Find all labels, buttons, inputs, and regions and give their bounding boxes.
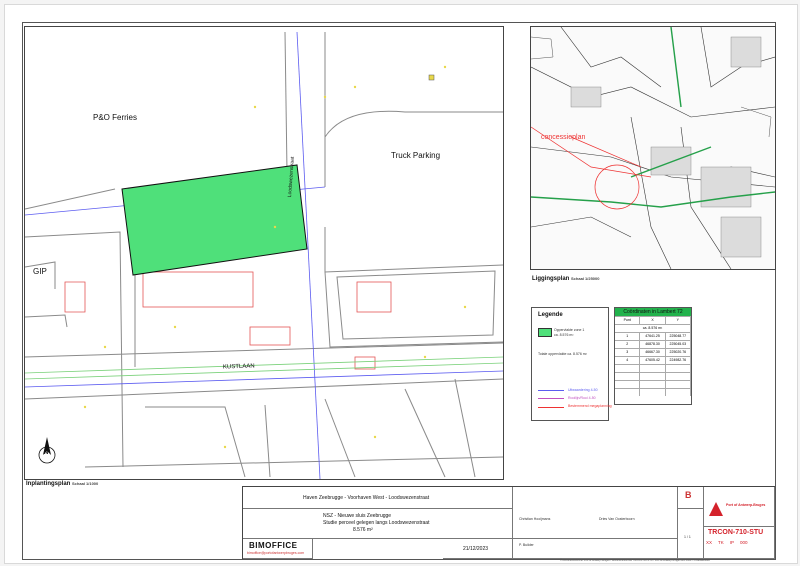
location-plan-title-text: Liggingsplan	[532, 276, 570, 282]
coord-cell: 1	[615, 333, 641, 340]
legend-line-red	[538, 407, 564, 408]
sheet-cell: 1 / 1	[678, 509, 704, 559]
project-title-cell: Haven Zeebrugge - Voorhaven West - Loods…	[243, 487, 513, 509]
legend-title: Legende	[538, 312, 563, 318]
sheet-number: 1 / 1	[684, 535, 691, 539]
coord-cell: 46878.30	[640, 341, 666, 348]
person-3: P. Builder	[519, 543, 534, 547]
coord-cell: 47605.42	[640, 357, 666, 364]
coordinates-header-row: Punt X Y	[615, 316, 691, 324]
code-part: IP	[729, 540, 735, 545]
coord-header: X	[640, 317, 666, 324]
pando-ferries-label: P&O Ferries	[93, 113, 138, 122]
location-plan-map	[531, 27, 775, 269]
location-plan-scale: Schaal 1/25000	[571, 276, 600, 281]
person-1: Christian Hooijmans	[519, 517, 551, 521]
port-logo-icon	[709, 502, 723, 516]
gip-label: GIP	[33, 267, 47, 276]
code-part: XX	[706, 540, 713, 545]
legend-line2-label: Rooilijn/Rooi 4-50	[568, 396, 596, 400]
doc-code-cell: TRCON-710-STU XX TK IP 000	[704, 527, 775, 559]
coord-subheader-text: ca. 8.576 m²	[615, 325, 691, 332]
legend-zone-label: Oppervlakte zone 1	[554, 328, 585, 332]
coord-cell: 225048.77	[666, 333, 691, 340]
location-plan-title: Liggingsplan Schaal 1/25000	[532, 276, 599, 282]
legend-total: Totale oppervlakte ca. 8.576 m²	[538, 352, 587, 356]
person-2: Dries Van Oosterboorn	[599, 517, 635, 521]
coordinates-table: Coördinaten in Lambert 72 Punt X Y ca. 8…	[614, 307, 692, 405]
coord-cell: 225045.03	[666, 341, 691, 348]
logo-cell: BIMOFFICE bimoffice@portofantwerpbruges.…	[243, 539, 313, 559]
legend-swatch-zone	[538, 328, 552, 337]
legend-line-purple	[538, 398, 564, 399]
coord-header: Y	[666, 317, 691, 324]
bimoffice-logo: BIMOFFICE	[249, 541, 298, 550]
code-part: 000	[740, 540, 748, 545]
drawing-title-2: Studie perceel gelegen langs Loodswezens…	[323, 520, 430, 526]
date-cell: 21/12/2023	[443, 539, 513, 559]
table-row: 4 47605.42 224982.76	[615, 356, 691, 364]
legend-line-blue	[538, 390, 564, 391]
coord-cell: 4	[615, 357, 641, 364]
table-row-empty	[615, 372, 691, 380]
site-plan-map	[25, 31, 503, 479]
revision-cell: B	[678, 487, 704, 509]
legend-box: Legende Oppervlakte zone 1 ca. 8.576 m² …	[531, 307, 612, 421]
table-row: 3 46667.30 225020.76	[615, 348, 691, 356]
bimoffice-email: bimoffice@portofantwerpbruges.com	[247, 551, 305, 555]
table-row-empty	[615, 380, 691, 388]
title-block: Haven Zeebrugge - Voorhaven West - Loods…	[242, 486, 775, 559]
coord-cell: 47641.25	[640, 333, 666, 340]
company-cell: Port of Antwerp-Bruges	[704, 487, 775, 527]
drawing-title-1: NSZ - Nieuwe sluis Zeebrugge	[323, 513, 392, 519]
table-row-empty	[615, 388, 691, 396]
footer-note: © Documentnummer Port of Antwerp-Bruges …	[560, 559, 710, 562]
truck-parking-label: Truck Parking	[391, 151, 441, 160]
company-name: Port of Antwerp-Bruges	[726, 503, 766, 507]
coord-cell: 224982.76	[666, 357, 691, 364]
coord-cell: 3	[615, 349, 641, 356]
project-title: Haven Zeebrugge - Voorhaven West - Loods…	[303, 495, 430, 501]
coord-cell: 2	[615, 341, 641, 348]
coord-cell: 225020.76	[666, 349, 691, 356]
legend-line1-label: Uitwaardering 4-50	[568, 388, 598, 392]
drawing-title-cell: NSZ - Nieuwe sluis Zeebrugge Studie perc…	[243, 509, 513, 539]
concessie-label: concessieplan	[541, 134, 586, 141]
site-plan-title-text: Inplantingsplan	[26, 481, 71, 487]
location-plan-frame: concessieplan	[530, 26, 776, 270]
site-plan-frame: P&O Ferries Truck Parking GIP KUSTLAAN L…	[24, 26, 504, 480]
north-label: N	[44, 450, 49, 456]
approver-cell: P. Builder	[513, 539, 678, 559]
drawing-title-3: 8.576 m²	[353, 527, 373, 533]
coordinates-title: Coördinaten in Lambert 72	[615, 308, 691, 316]
legend-zone-area: ca. 8.576 m²	[554, 333, 574, 337]
table-row-empty	[615, 364, 691, 372]
table-row: 1 47641.25 225048.77	[615, 332, 691, 340]
table-row: 2 46878.30 225045.03	[615, 340, 691, 348]
revision-badge: B	[685, 490, 692, 500]
doc-code: TRCON-710-STU	[708, 529, 764, 536]
code-part: TK	[718, 540, 724, 545]
site-plan-title: Inplantingsplan Schaal 1/1000	[26, 481, 98, 487]
doc-code-parts: XX TK IP 000	[706, 540, 748, 545]
coord-cell: 46667.30	[640, 349, 666, 356]
drawing-date: 21/12/2023	[463, 546, 489, 552]
legend-line3-label: Bestemmend megaplanning	[568, 404, 612, 408]
coordinates-subheader: ca. 8.576 m²	[615, 324, 691, 332]
kustlaan-label: KUSTLAAN	[222, 363, 255, 371]
coord-header: Punt	[615, 317, 641, 324]
people-cell: Christian Hooijmans Dries Van Oosterboor…	[513, 487, 678, 539]
site-plan-scale: Schaal 1/1000	[72, 481, 99, 486]
